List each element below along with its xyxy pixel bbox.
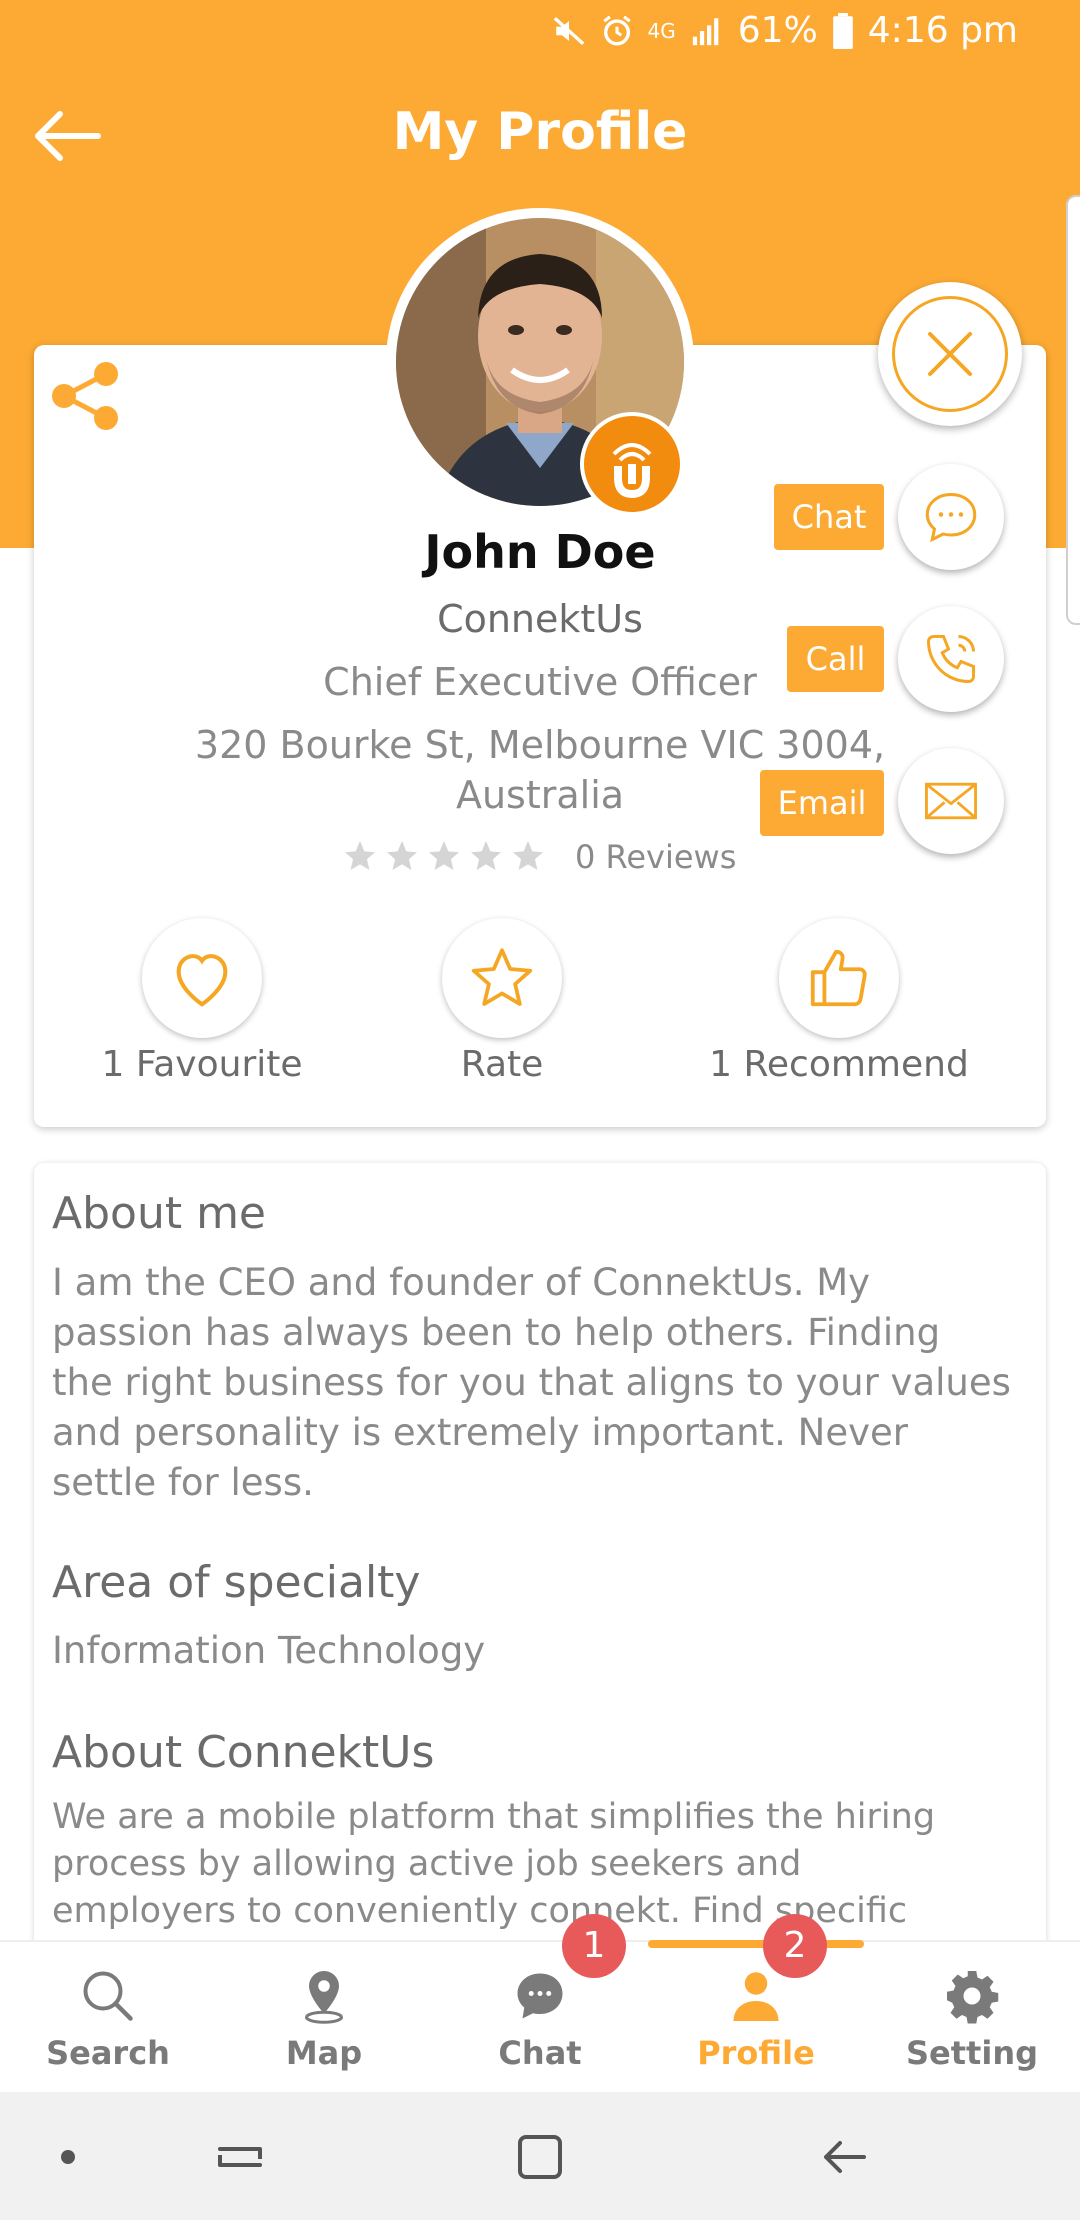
alarm-icon (602, 15, 631, 45)
close-icon (928, 332, 972, 376)
about-company-text: We are a mobile platform that simplifies… (52, 1797, 936, 1931)
about-me-title: About me (52, 1188, 267, 1239)
specialty-title: Area of specialty (52, 1557, 421, 1608)
nav-item-search[interactable]: Search (0, 1942, 216, 2094)
share-button[interactable] (50, 360, 122, 436)
rate-label: Rate (460, 1044, 544, 1085)
back-system-button[interactable] (804, 2122, 884, 2192)
system-navigation-bar (0, 2092, 1080, 2220)
profile-notification-badge: 2 (763, 1914, 827, 1978)
home-square-icon (518, 2135, 562, 2179)
gear-icon (947, 1971, 999, 2024)
nav-label-search: Search (46, 2034, 170, 2072)
nav-label-chat: Chat (498, 2034, 582, 2072)
bottom-navigation: Search Map Chat Profile Setting (0, 1940, 1080, 2092)
map-pin-icon (305, 1971, 343, 2024)
mute-icon (553, 16, 584, 45)
nav-item-map[interactable]: Map (216, 1942, 432, 2094)
email-contact-button[interactable] (898, 748, 1004, 854)
search-icon (83, 1971, 133, 2021)
call-contact-label[interactable]: Call (787, 626, 884, 692)
recommend-label: 1 Recommend (709, 1044, 969, 1085)
nav-item-profile[interactable]: Profile (648, 1942, 864, 2094)
chat-icon (517, 1973, 563, 2019)
status-bar: 4G 61% 4:16 pm (0, 0, 1080, 64)
back-arrow-icon (824, 2141, 866, 2173)
recent-apps-button[interactable] (200, 2122, 280, 2192)
nav-label-profile: Profile (697, 2034, 815, 2072)
home-button[interactable] (500, 2122, 580, 2192)
reviews-count[interactable]: 0 Reviews (575, 838, 736, 876)
about-me-text: I am the CEO and founder of ConnektUs. M… (52, 1261, 1011, 1504)
thumbs-up-icon (810, 949, 867, 1007)
chat-contact-button[interactable] (898, 464, 1004, 570)
star-icon (429, 841, 459, 870)
recommend-button[interactable] (779, 918, 899, 1038)
call-contact-button[interactable] (898, 606, 1004, 712)
chat-contact-label[interactable]: Chat (774, 484, 884, 550)
nav-label-setting: Setting (906, 2034, 1038, 2072)
envelope-icon (925, 782, 977, 820)
star-icon (513, 841, 543, 870)
rating-stars (342, 838, 546, 874)
specialty-text: Information Technology (52, 1629, 486, 1672)
active-tab-indicator (648, 1940, 864, 1948)
rate-button[interactable] (442, 918, 562, 1038)
recent-apps-icon (218, 2147, 262, 2167)
person-icon (733, 1972, 779, 2021)
signal-icon (692, 17, 719, 45)
heart-icon (176, 954, 228, 1007)
battery-percent: 61% (737, 10, 818, 51)
star-icon (345, 841, 375, 870)
phone-icon (926, 635, 975, 684)
close-contact-menu-button[interactable] (878, 282, 1022, 426)
star-icon (387, 841, 417, 870)
sys-dot-button[interactable] (28, 2122, 108, 2192)
star-icon (471, 948, 533, 1006)
share-icon (52, 362, 118, 430)
page-title: My Profile (392, 102, 688, 162)
chat-bubble-icon (925, 492, 977, 543)
app-logo-badge (580, 412, 684, 516)
email-contact-label[interactable]: Email (760, 770, 884, 836)
nav-label-map: Map (285, 2034, 363, 2072)
nav-item-setting[interactable]: Setting (864, 1942, 1080, 2094)
favourite-label: 1 Favourite (101, 1044, 303, 1085)
about-company-title: About ConnektUs (52, 1727, 435, 1778)
network-type: 4G (647, 18, 676, 43)
star-icon (471, 841, 501, 870)
dot-icon (61, 2150, 75, 2164)
clock-time: 4:16 pm (867, 10, 1018, 51)
battery-icon (832, 12, 853, 49)
connektus-logo-icon (612, 443, 652, 499)
favourite-button[interactable] (142, 918, 262, 1038)
chat-notification-badge: 1 (562, 1914, 626, 1978)
